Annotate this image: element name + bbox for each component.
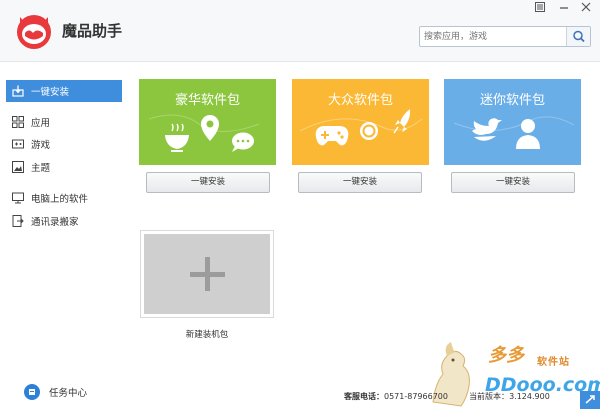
contacts-move-icon: [12, 215, 24, 227]
theme-icon: [12, 161, 24, 173]
mini-illustration: [453, 116, 575, 149]
person-icon: [516, 119, 540, 149]
menu-icon[interactable]: [532, 2, 548, 16]
sidebar-item-label: 一键安装: [31, 87, 70, 98]
minimize-icon[interactable]: [556, 2, 572, 16]
one-click-install-icon: [12, 85, 24, 97]
apps-grid-icon: [12, 116, 24, 128]
sidebar-item-one-click-install[interactable]: 一键安装: [6, 80, 122, 102]
sidebar-item-games[interactable]: 游戏: [6, 133, 122, 155]
title-bar: 魔品助手: [0, 0, 600, 62]
sidebar-item-label: 通讯录搬家: [31, 217, 79, 228]
version-label: 当前版本：: [469, 392, 510, 401]
search-button[interactable]: [566, 27, 590, 46]
package-card-deluxe[interactable]: 豪华软件包: [139, 79, 276, 165]
plus-icon: [190, 257, 225, 291]
expand-corner-button[interactable]: [580, 391, 600, 409]
sidebar-item-contacts-move[interactable]: 通讯录搬家: [6, 210, 122, 232]
deluxe-install-button[interactable]: 一键安装: [146, 172, 270, 193]
hotline-label: 客服电话：: [344, 392, 384, 401]
new-package-label: 新建装机包: [185, 330, 229, 340]
watermark-text-duoduo: 多多: [488, 345, 524, 366]
sidebar-item-apps[interactable]: 应用: [6, 111, 122, 133]
task-center-icon: [24, 384, 40, 400]
popular-install-button[interactable]: 一键安装: [298, 172, 422, 193]
package-card-mini[interactable]: 迷你软件包: [444, 79, 581, 165]
task-center-button[interactable]: 任务中心: [24, 384, 87, 400]
status-bar: 客服电话：0571-87966700 当前版本：3.124.900: [344, 391, 550, 402]
search-input[interactable]: [424, 29, 564, 44]
mini-install-button[interactable]: 一键安装: [451, 172, 575, 193]
app-title: 魔品助手: [62, 22, 123, 40]
computer-icon: [12, 192, 24, 204]
gamepad-icon: [315, 126, 349, 146]
search-icon: [573, 30, 585, 43]
watermark-text-site: 软件站: [537, 357, 570, 368]
package-card-popular[interactable]: 大众软件包: [292, 79, 429, 165]
bird-icon: [472, 118, 502, 141]
app-logo: [17, 15, 51, 49]
new-package-placeholder: [144, 234, 270, 314]
new-package-card[interactable]: [140, 230, 274, 318]
sidebar-item-label: 应用: [31, 118, 51, 129]
sidebar-item-label: 电脑上的软件: [31, 194, 89, 205]
location-pin-icon: [201, 115, 219, 141]
popular-illustration: [299, 109, 423, 146]
close-icon[interactable]: [578, 2, 594, 16]
coin-icon: [360, 122, 378, 140]
sidebar-item-label: 游戏: [31, 140, 51, 151]
expand-icon: [585, 395, 595, 404]
sidebar-item-label: 主题: [31, 163, 51, 174]
search-box: [419, 26, 591, 47]
game-icon: [12, 138, 24, 150]
sidebar: 一键安装 应用 游戏 主题 电脑上的软件 通讯录搬家: [0, 63, 128, 409]
bowl-icon: [165, 123, 189, 152]
sidebar-item-pc-software[interactable]: 电脑上的软件: [6, 187, 122, 209]
chat-bubble-icon: [232, 132, 254, 152]
task-center-label: 任务中心: [49, 388, 88, 399]
deluxe-illustration: [148, 114, 260, 152]
version-value: 3.124.900: [509, 392, 550, 401]
hotline-number: 0571-87966700: [384, 392, 448, 401]
sidebar-item-themes[interactable]: 主题: [6, 156, 122, 178]
